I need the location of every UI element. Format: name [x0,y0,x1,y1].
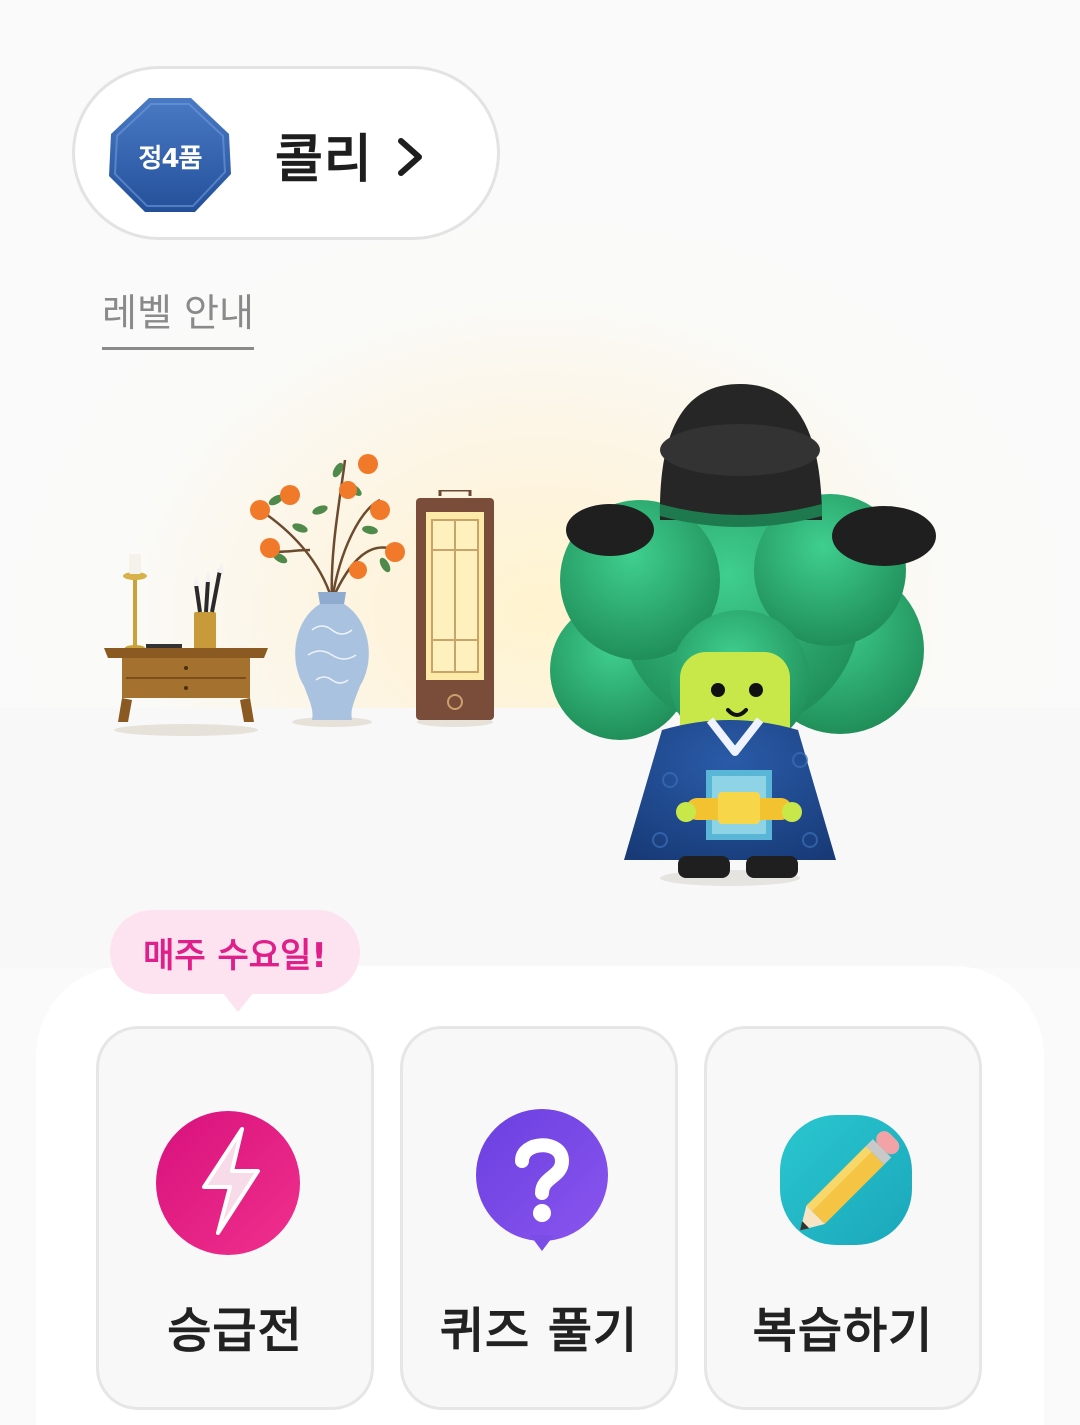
character-profile-button[interactable]: 정4품 콜리 [72,66,500,240]
lightning-icon [156,1111,300,1255]
chevron-right-icon [398,138,422,176]
rank-badge: 정4품 [107,96,233,216]
review-label: 복습하기 [752,1303,934,1359]
persimmon-vase-illustration [250,454,405,727]
review-button[interactable]: 복습하기 [704,1026,982,1410]
broccoli-character [550,384,936,886]
tooltip-tail [222,992,254,1012]
pencil-icon [780,1115,912,1245]
promotion-battle-label: 승급전 [167,1303,303,1359]
quiz-label: 퀴즈 풀기 [439,1303,639,1359]
question-bubble-icon [476,1109,608,1251]
promotion-schedule-tooltip: 매주 수요일! [110,910,360,994]
level-guide-link[interactable]: 레벨 안내 [102,282,254,350]
promotion-battle-button[interactable]: 승급전 [96,1026,374,1410]
quiz-button[interactable]: 퀴즈 풀기 [400,1026,678,1410]
lantern-illustration [416,490,494,727]
character-name: 콜리 [275,130,373,190]
rank-label: 정4품 [138,143,203,174]
